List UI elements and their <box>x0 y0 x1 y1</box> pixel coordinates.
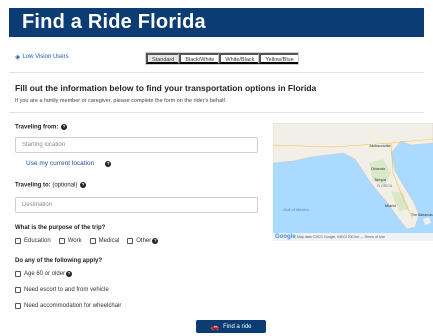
contrast-black-white-button[interactable]: Black/White <box>179 53 220 64</box>
map-label-orlando: Orlando <box>371 166 386 171</box>
contrast-standard-button[interactable]: Standard <box>146 53 180 64</box>
checkbox[interactable] <box>127 238 134 244</box>
divider <box>9 112 424 113</box>
checkbox[interactable] <box>58 238 65 244</box>
map-label-tampa: Tampa <box>374 177 387 182</box>
purpose-education-option[interactable]: Education <box>15 238 51 244</box>
help-icon[interactable]: ? <box>152 238 159 244</box>
low-vision-link-label: Low Vision Users <box>22 54 69 60</box>
help-icon[interactable]: ? <box>105 160 112 167</box>
contrast-options: Standard Black/White White/Black Yellow/… <box>145 52 299 65</box>
help-icon[interactable]: ? <box>80 182 87 188</box>
map-label-miami: Miami <box>385 203 396 208</box>
to-label: Traveling to: (optional) ? <box>15 182 87 189</box>
checkbox[interactable] <box>15 271 21 277</box>
map-canvas <box>273 123 433 230</box>
to-input[interactable] <box>15 197 258 213</box>
contrast-yellow-blue-button[interactable]: Yellow/Blue <box>259 53 298 64</box>
form-heading: Fill out the information below to find y… <box>15 83 317 93</box>
low-vision-link[interactable]: ◈ Low Vision Users <box>15 53 69 61</box>
purpose-work-option[interactable]: Work <box>58 238 82 244</box>
google-logo: Google <box>275 234 296 240</box>
current-location-link[interactable]: Use my current location ? <box>26 160 112 167</box>
age-60-option[interactable]: Age 60 or older ? <box>15 271 73 277</box>
from-label: Traveling from: ? <box>15 124 68 131</box>
map[interactable]: Jacksonville Orlando Tampa FLORIDA Miami… <box>273 123 433 241</box>
from-input[interactable] <box>15 137 258 153</box>
map-label-bahamas: The Bahamas <box>411 213 433 217</box>
help-icon[interactable]: ? <box>61 124 68 130</box>
checkbox[interactable] <box>89 238 96 244</box>
checkbox[interactable] <box>15 303 21 309</box>
purpose-question: What is the purpose of the trip? <box>15 225 106 231</box>
help-icon[interactable]: ? <box>66 271 73 277</box>
divider <box>9 72 424 73</box>
purpose-medical-option[interactable]: Medical <box>89 238 119 244</box>
wheelchair-option[interactable]: Need accommodation for wheelchair <box>15 303 121 309</box>
page-title: Find a Ride Florida <box>22 11 206 33</box>
form-subtext: If you are a family member or caregiver,… <box>15 98 227 104</box>
apply-question: Do any of the following apply? <box>15 258 102 264</box>
find-ride-button[interactable]: 🚗 Find a ride <box>196 320 266 333</box>
map-label-florida: FLORIDA <box>377 184 393 188</box>
current-location-label: Use my current location <box>26 160 95 167</box>
header-bar: Find a Ride Florida <box>9 8 424 37</box>
eye-icon: ◈ <box>15 54 21 61</box>
checkbox[interactable] <box>15 238 21 244</box>
car-icon: 🚗 <box>210 323 220 331</box>
find-ride-label: Find a ride <box>223 323 252 330</box>
map-attribution: Map data ©2021 Google, INEGI 200 km ⎯⎯ T… <box>273 233 433 241</box>
purpose-other-option[interactable]: Other ? <box>127 238 159 244</box>
contrast-white-black-button[interactable]: White/Black <box>219 53 260 64</box>
map-label-jacksonville: Jacksonville <box>369 143 391 148</box>
checkbox[interactable] <box>15 287 21 293</box>
escort-option[interactable]: Need escort to and from vehicle <box>15 287 109 293</box>
map-label-gulf: Gulf of Mexico <box>283 207 309 212</box>
purpose-options: Education Work Medical Other ? <box>15 238 159 244</box>
